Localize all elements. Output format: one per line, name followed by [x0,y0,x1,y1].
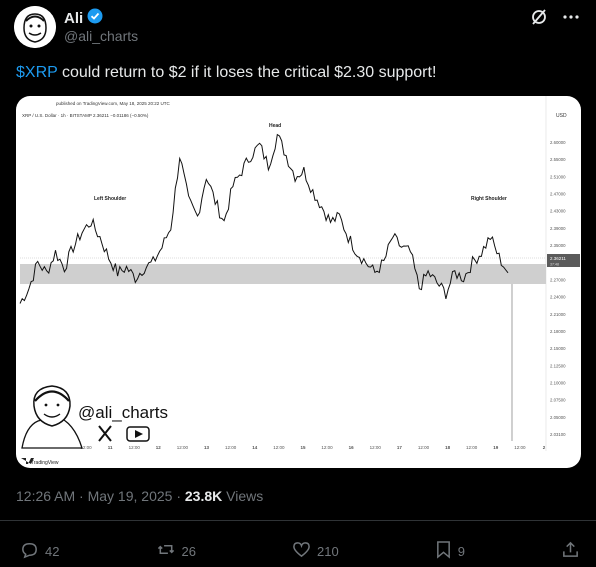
x-tick-label: 12:00 [273,445,285,450]
last-price-sub: 37:48 [550,263,559,267]
y-tick-label: 2.07500 [550,398,566,403]
y-tick-label: 2.12500 [550,363,566,368]
tweet-meta: 12:26 AM · May 19, 2025 · 23.8K Views [16,488,263,504]
like-count: 210 [317,543,339,559]
heart-icon [292,540,311,562]
tradingview-brand: TradingView [31,460,59,466]
divider [0,520,596,521]
annotation-right-shoulder: Right Shoulder [471,196,507,202]
y-tick-label: 2.27000 [550,277,566,282]
header-actions [530,8,580,31]
watermark-handle: @ali_charts [78,403,168,422]
x-tick-label: 13 [204,445,210,450]
y-tick-label: 2.05000 [550,415,566,420]
y-tick-label: 2.15000 [550,346,566,351]
y-tick-label: 2.21000 [550,312,566,317]
y-tick-label: 2.03100 [550,432,566,437]
y-tick-label: 2.60000 [550,140,566,145]
views-label: Views [222,488,264,504]
views-count: 23.8K [184,488,223,504]
y-tick-label: 2.47000 [550,192,566,197]
grok-icon[interactable] [530,8,548,31]
bookmark-button[interactable]: 9 [435,540,465,562]
x-tick-label: 12:00 [514,445,526,450]
y-tick-label: 2.51000 [550,174,566,179]
bookmark-count: 9 [457,543,465,559]
tweet-timestamp[interactable]: 12:26 AM · May 19, 2025 · [16,488,185,504]
x-tick-label: 2 [543,445,546,450]
x-logo-icon [98,425,112,442]
y-tick-label: 2.43000 [550,209,566,214]
y-tick-label: 2.10000 [550,380,566,385]
chart-currency: USD [556,113,567,119]
tweet-media-chart[interactable]: published on TradingView.com, May 18, 20… [16,96,581,468]
y-axis: 2.60000 2.55000 2.51000 2.47000 2.43000 2.390… [550,140,566,437]
reply-icon [20,540,39,562]
y-tick-label: 2.35000 [550,243,566,248]
x-tick-label: 12 [156,445,162,450]
support-band [20,264,546,284]
x-tick-label: 12:00 [177,445,189,450]
chart-published-text: published on TradingView.com, May 18, 20… [56,101,170,106]
cashtag-link[interactable]: $XRP [16,64,58,81]
annotation-head: Head [269,123,281,129]
like-button[interactable]: 210 [292,540,339,562]
repost-count: 26 [181,543,196,559]
bookmark-icon [435,540,452,562]
share-icon [561,540,580,562]
x-tick-label: 12:00 [370,445,382,450]
author-handle[interactable]: @ali_charts [64,28,138,44]
reply-count: 42 [45,543,60,559]
x-tick-label: 12:00 [321,445,333,450]
youtube-icon [126,426,150,442]
more-icon[interactable] [562,8,580,31]
x-tick-label: 18 [445,445,451,450]
x-tick-label: 15 [300,445,306,450]
y-tick-label: 2.24000 [550,295,566,300]
tweet-body: could return to $2 if it loses the criti… [57,64,437,81]
verified-badge-icon [87,8,103,28]
y-tick-label: 2.55000 [550,157,566,162]
last-price-value: 2.36211 [550,256,566,261]
y-tick-label: 2.18000 [550,329,566,334]
author-name[interactable]: Ali [64,10,83,27]
x-tick-label: 12:00 [418,445,430,450]
x-tick-label: 17 [397,445,403,450]
x-tick-label: 14 [252,445,258,450]
x-tick-label: 16 [349,445,355,450]
reply-button[interactable]: 42 [20,540,59,562]
share-button[interactable] [561,540,580,562]
y-tick-label: 2.39000 [550,226,566,231]
annotation-left-shoulder: Left Shoulder [94,196,126,202]
author-name-row[interactable]: Ali [64,8,103,28]
chart-symbol-line: XRP / U.S. Dollar · 1h · BITSTAMP 2.3621… [22,113,149,118]
watermark-avatar-icon [21,385,83,449]
x-tick-label: 19 [493,445,499,450]
x-tick-label: 12:00 [129,445,141,450]
x-tick-label: 12:00 [466,445,478,450]
x-tick-label: 11 [108,445,113,450]
avatar[interactable] [14,6,56,48]
repost-button[interactable]: 26 [156,540,196,562]
action-bar: 42 26 210 9 [20,540,580,562]
x-tick-label: 12:00 [225,445,237,450]
x-axis: 12:00 11 12:00 12 12:00 13 12:00 14 12:00 15 12:00… [80,445,545,450]
tweet-text: $XRP could return to $2 if it loses the … [16,64,436,82]
repost-icon [156,540,176,562]
